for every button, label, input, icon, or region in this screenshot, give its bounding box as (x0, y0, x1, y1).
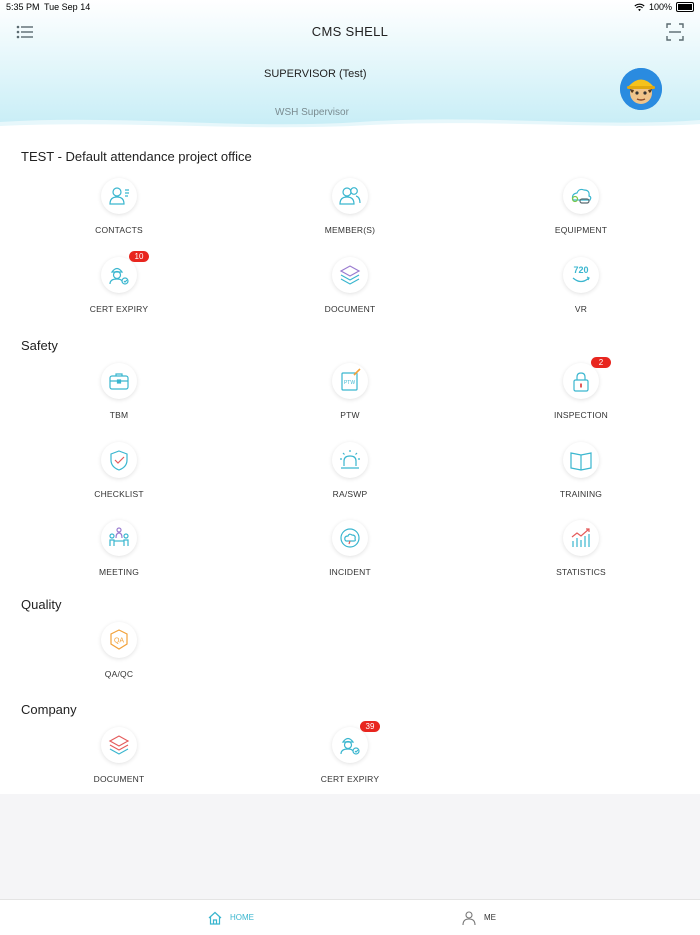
header-wave (0, 119, 700, 130)
equipment-cloud-icon (563, 178, 599, 214)
shield-check-icon (101, 442, 137, 478)
status-date: Tue Sep 14 (44, 2, 91, 12)
qa-badge-icon: QA (101, 622, 137, 658)
quality-section-title: Quality (21, 597, 62, 612)
layers-document-icon (332, 257, 368, 293)
tab-home[interactable]: HOME (207, 900, 254, 935)
status-right: 100% (634, 2, 694, 12)
bar-chart-icon (563, 520, 599, 556)
tile-checklist-label: CHECKLIST (94, 489, 144, 499)
inspection-badge: 2 (591, 357, 611, 368)
tile-statistics[interactable]: STATISTICS (521, 520, 641, 590)
cert-expiry-badge: 10 (129, 251, 149, 262)
tab-home-label: HOME (230, 913, 254, 922)
book-icon (563, 442, 599, 478)
tile-document-label: DOCUMENT (324, 304, 376, 314)
tab-me-label: ME (484, 913, 496, 922)
tile-members[interactable]: MEMBER(S) (290, 178, 410, 248)
tile-checklist[interactable]: CHECKLIST (59, 442, 179, 512)
user-role: WSH Supervisor (275, 107, 349, 118)
scan-button[interactable] (666, 23, 684, 41)
tile-contacts-label: CONTACTS (95, 225, 143, 235)
vr-720-icon: 720 (563, 257, 599, 293)
lock-icon (563, 363, 599, 399)
tile-company-document-label: DOCUMENT (93, 774, 145, 784)
home-icon (208, 911, 222, 925)
scan-icon (666, 23, 684, 41)
members-icon (332, 178, 368, 214)
incident-cloud-icon (332, 520, 368, 556)
alarm-light-icon (332, 442, 368, 478)
company-section-title: Company (21, 702, 77, 717)
tile-meeting-label: MEETING (98, 567, 140, 577)
project-section-title: TEST - Default attendance project office (21, 149, 252, 164)
tile-company-cert-expiry-label: CERT EXPIRY (320, 774, 380, 784)
tile-members-label: MEMBER(S) (324, 225, 376, 235)
briefcase-icon (101, 363, 137, 399)
tile-vr-label: VR (574, 304, 588, 314)
tile-document[interactable]: DOCUMENT (290, 257, 410, 327)
cert-worker-icon (101, 257, 137, 293)
status-bar: 5:35 PM Tue Sep 14 100% (0, 0, 700, 16)
status-time: 5:35 PM (6, 2, 40, 12)
tile-incident[interactable]: INCIDENT (290, 520, 410, 590)
tile-meeting[interactable]: MEETING (59, 520, 179, 590)
tile-equipment[interactable]: EQUIPMENT (521, 178, 641, 248)
tile-tbm[interactable]: TBM (59, 363, 179, 433)
tile-ra-swp-label: RA/SWP (332, 489, 368, 499)
tab-me[interactable]: ME (461, 900, 496, 935)
tile-qa-qc-label: QA/QC (104, 669, 134, 679)
tile-equipment-label: EQUIPMENT (554, 225, 608, 235)
tile-cert-expiry[interactable]: 10 CERT EXPIRY (59, 251, 179, 327)
tile-inspection[interactable]: 2 INSPECTION (521, 357, 641, 433)
tab-bar: HOME ME (0, 899, 700, 935)
tile-statistics-label: STATISTICS (556, 567, 606, 577)
tile-company-cert-expiry[interactable]: 39 CERT EXPIRY (290, 721, 410, 797)
tile-incident-label: INCIDENT (329, 567, 371, 577)
layers-red-icon (101, 727, 137, 763)
company-cert-expiry-badge: 39 (360, 721, 380, 732)
tile-ra-swp[interactable]: RA/SWP (290, 442, 410, 512)
meeting-people-icon (101, 520, 137, 556)
ptw-icon: PTW (332, 363, 368, 399)
person-icon (462, 910, 476, 925)
app-title: CMS SHELL (311, 24, 389, 39)
tile-training[interactable]: TRAINING (521, 442, 641, 512)
tile-company-document[interactable]: DOCUMENT (59, 727, 179, 797)
tile-inspection-label: INSPECTION (554, 410, 608, 420)
tile-vr[interactable]: 720 VR (521, 257, 641, 327)
user-name: SUPERVISOR (Test) (264, 68, 367, 80)
tile-training-label: TRAINING (559, 489, 603, 499)
vr-icon-text: 720 (573, 265, 588, 275)
qa-icon-text: QA (114, 638, 124, 645)
main-content: TEST - Default attendance project office… (0, 130, 700, 794)
battery-percent: 100% (648, 2, 672, 12)
avatar[interactable] (620, 68, 662, 110)
tile-tbm-label: TBM (109, 410, 129, 420)
safety-section-title: Safety (21, 338, 58, 353)
battery-icon (676, 2, 694, 12)
tile-contacts[interactable]: CONTACTS (59, 178, 179, 248)
wifi-icon (634, 3, 645, 11)
header: 5:35 PM Tue Sep 14 100% CMS SHELL SUPERV… (0, 0, 700, 130)
tile-ptw-label: PTW (340, 410, 360, 420)
tile-cert-expiry-label: CERT EXPIRY (89, 304, 149, 314)
ptw-icon-text: PTW (344, 380, 355, 386)
tile-qa-qc[interactable]: QA QA/QC (59, 622, 179, 692)
cert-worker-icon (332, 727, 368, 763)
worker-avatar-icon (620, 68, 662, 110)
tile-ptw[interactable]: PTW PTW (290, 363, 410, 433)
contacts-icon (101, 178, 137, 214)
